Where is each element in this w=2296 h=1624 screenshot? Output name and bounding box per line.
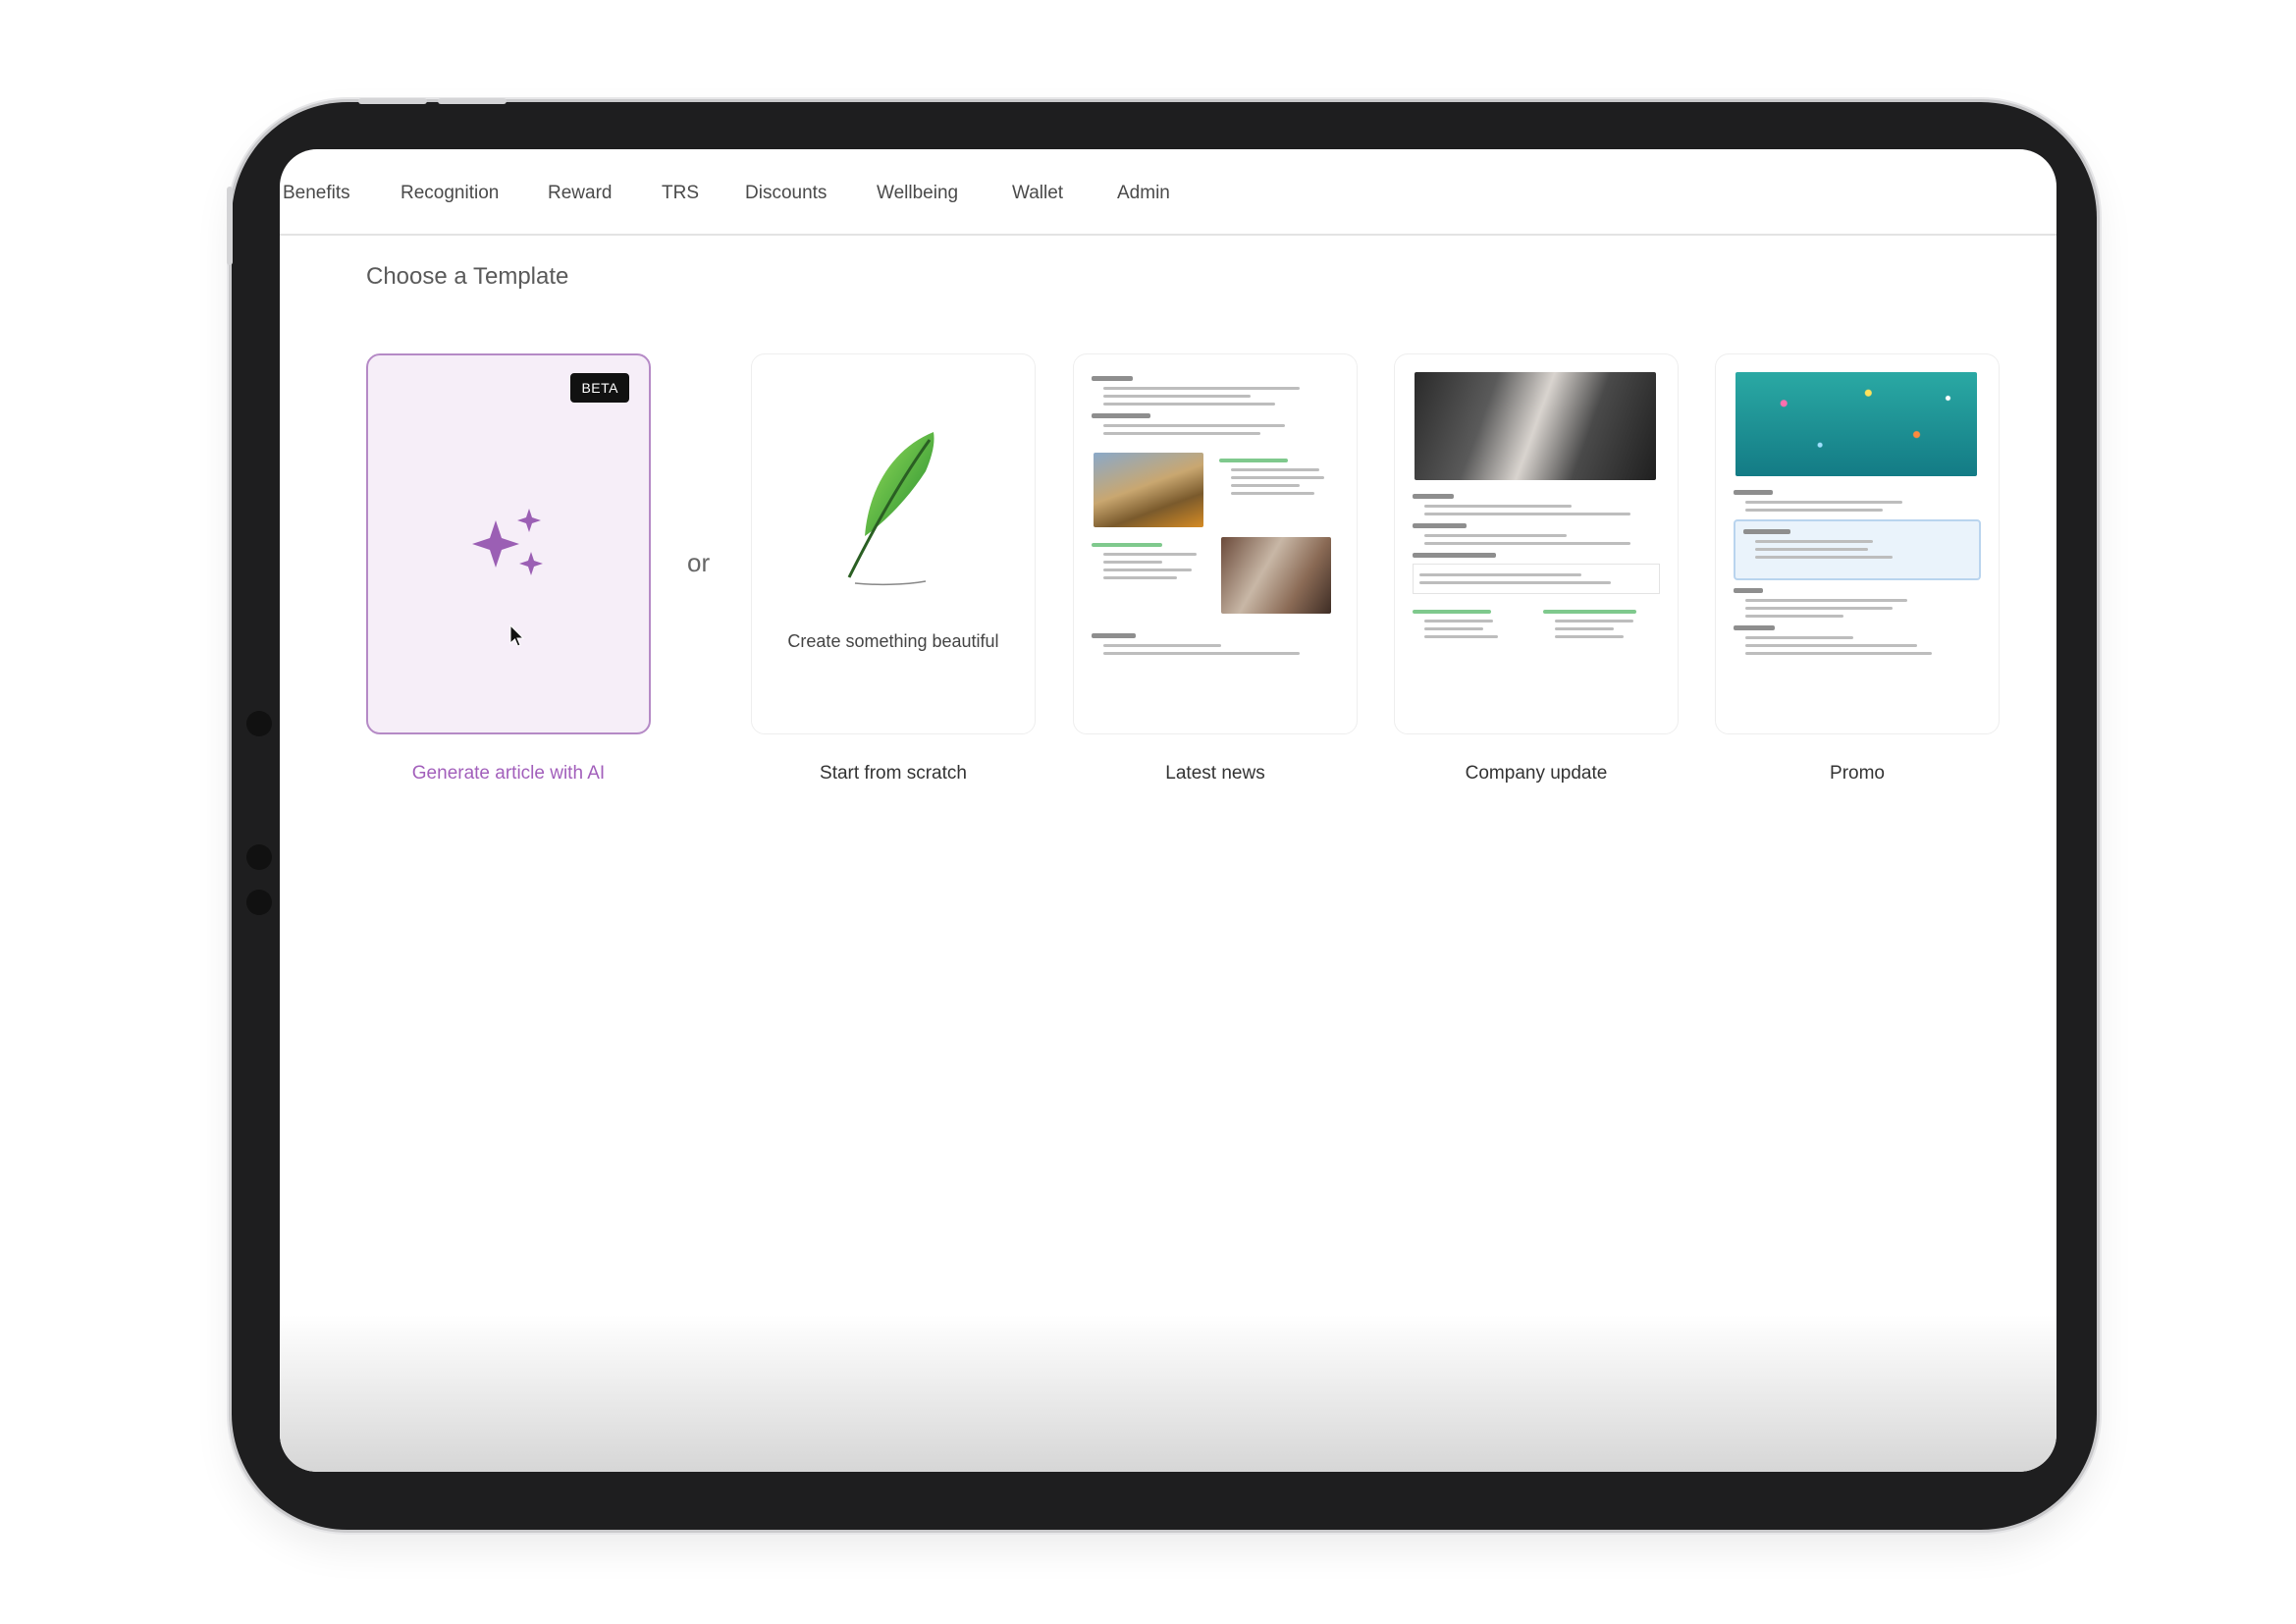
mouse-cursor-icon [509,624,525,647]
tablet-side-button [227,187,233,265]
template-preview [1092,368,1339,660]
nav-item-wellbeing[interactable]: Wellbeing [877,183,958,204]
landscape-image [1094,453,1203,527]
bottom-fade-overlay [280,1315,2056,1472]
template-card-scratch[interactable]: Create something beautiful [751,353,1036,734]
template-card-promo[interactable] [1715,353,2000,734]
template-label-scratch[interactable]: Start from scratch [751,763,1036,785]
beta-badge: BETA [570,373,629,403]
template-label-latest-news[interactable]: Latest news [1073,763,1358,785]
separator-or: or [687,548,711,577]
camera-icon [246,890,272,915]
template-card-latest-news[interactable] [1073,353,1358,734]
nav-item-benefits[interactable]: Benefits [283,183,350,204]
template-label-company-update[interactable]: Company update [1394,763,1679,785]
nav-item-wallet[interactable]: Wallet [1012,183,1063,204]
nav-item-admin[interactable]: Admin [1117,183,1170,204]
camera-icon [246,844,272,870]
top-navigation: Benefits Recognition Reward TRS Discount… [280,149,2056,236]
nav-item-reward[interactable]: Reward [548,183,612,204]
nav-item-trs[interactable]: TRS [662,183,699,204]
confetti-image [1735,372,1977,476]
nav-item-discounts[interactable]: Discounts [745,183,827,204]
sparkles-icon [472,509,543,575]
template-card-ai[interactable]: BETA [366,353,651,734]
page-title: Choose a Template [366,263,569,290]
tablet-screen: Benefits Recognition Reward TRS Discount… [280,149,2056,1472]
feather-icon [847,432,934,586]
template-preview [1734,482,1981,660]
template-card-company-update[interactable] [1394,353,1679,734]
template-preview [1413,486,1660,643]
audience-photo-image [1415,372,1656,480]
tablet-top-button [438,98,507,104]
team-photo-image [1221,537,1331,614]
template-label-ai[interactable]: Generate article with AI [366,763,651,785]
scratch-caption: Create something beautiful [787,631,999,651]
camera-icon [246,711,272,736]
nav-item-recognition[interactable]: Recognition [400,183,499,204]
tablet-top-button [358,98,427,104]
template-label-promo[interactable]: Promo [1715,763,2000,785]
